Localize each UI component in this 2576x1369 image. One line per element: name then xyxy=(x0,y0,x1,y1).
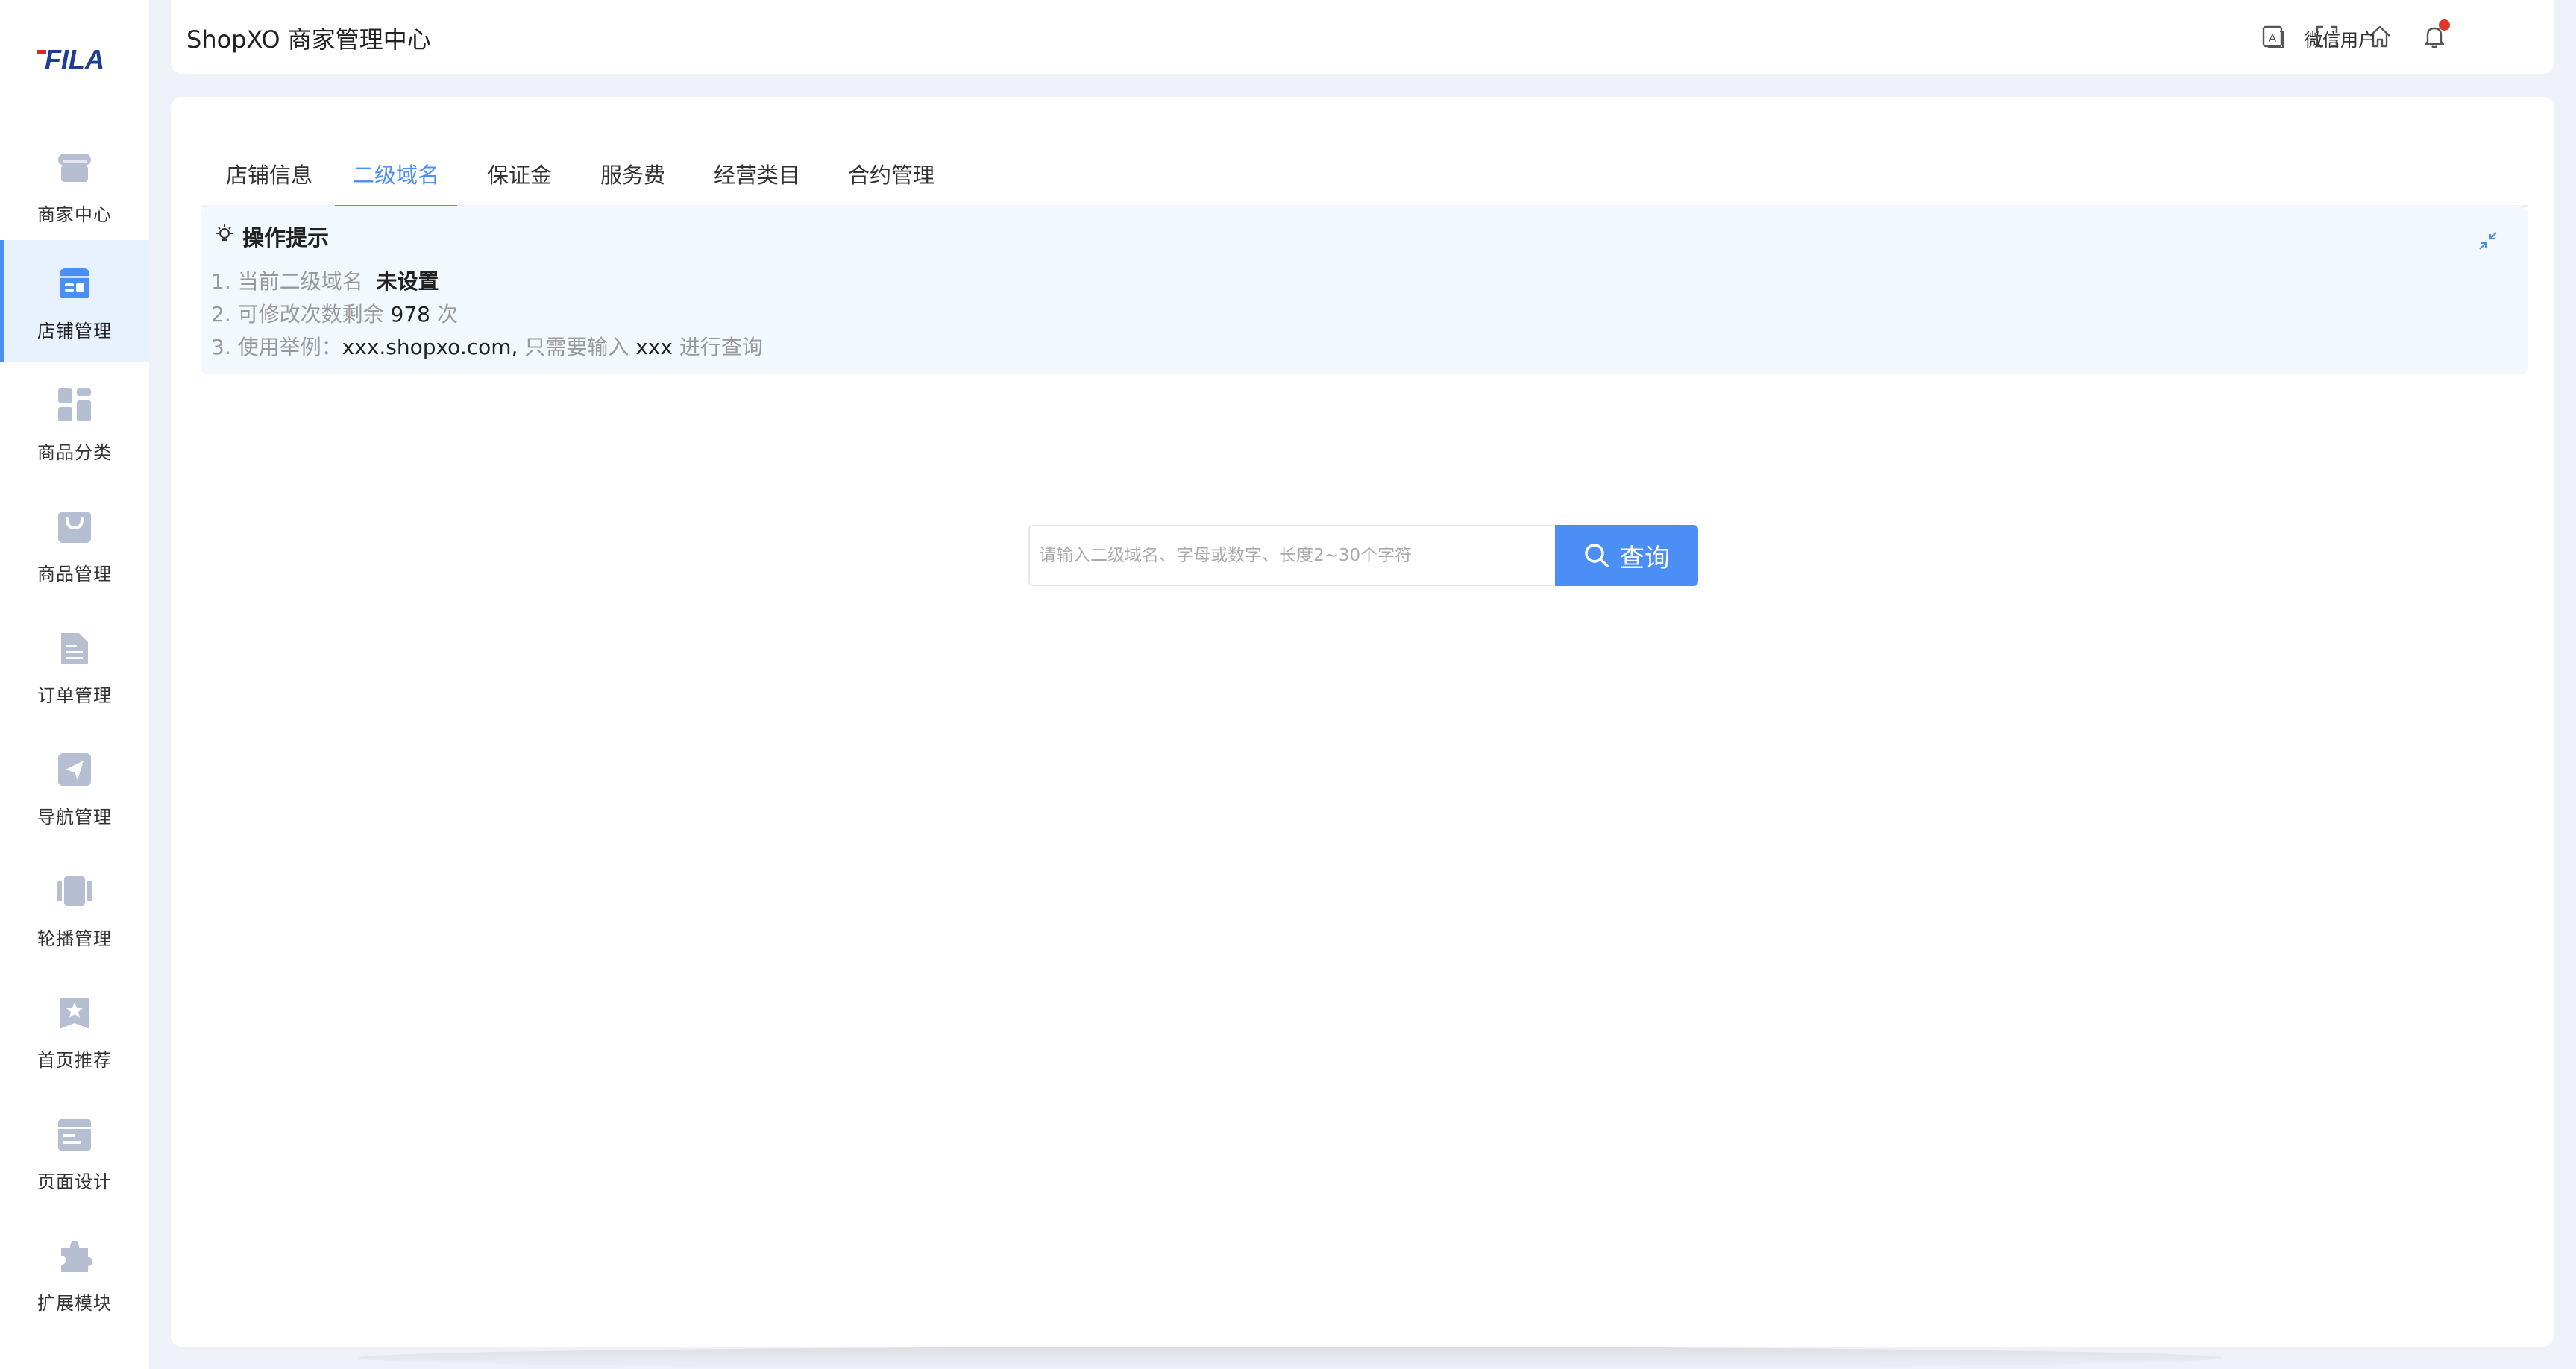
puzzle-icon xyxy=(61,1241,92,1272)
sidebar-item-product-management[interactable]: 商品管理 xyxy=(0,483,149,605)
subdomain-search: 查询 xyxy=(1028,525,1698,586)
query-button[interactable]: 查询 xyxy=(1555,525,1698,586)
sidebar-item-label: 订单管理 xyxy=(37,685,112,706)
svg-text:FILA: FILA xyxy=(45,46,104,73)
sidebar-item-label: 首页推荐 xyxy=(37,1050,112,1071)
grid-icon xyxy=(58,388,91,421)
remaining-count: 978 xyxy=(390,302,430,327)
tab-subdomain[interactable]: 二级域名 xyxy=(334,158,458,208)
translate-icon[interactable]: A xyxy=(2261,24,2286,49)
example-input: xxx xyxy=(635,335,673,359)
sidebar-item-label: 扩展模块 xyxy=(37,1293,112,1314)
tip-text: 只需要输入 xyxy=(524,335,629,359)
sidebar-item-product-category[interactable]: 商品分类 xyxy=(0,362,149,483)
sidebar-item-navigation-management[interactable]: 导航管理 xyxy=(0,726,149,848)
document-icon xyxy=(61,633,88,664)
bell-icon[interactable] xyxy=(2422,19,2450,49)
sidebar-item-page-design[interactable]: 页面设计 xyxy=(0,1091,149,1212)
lightbulb-icon xyxy=(216,224,233,241)
notification-dot xyxy=(2439,19,2450,31)
layout-icon xyxy=(58,1119,91,1151)
sidebar-item-order-management[interactable]: 订单管理 xyxy=(0,605,149,726)
sidebar-item-merchant-center[interactable]: 商家中心 xyxy=(0,124,149,245)
search-icon xyxy=(1585,544,1609,567)
send-icon xyxy=(58,753,91,786)
star-bookmark-icon xyxy=(60,998,89,1029)
tab-contract-management[interactable]: 合约管理 xyxy=(848,158,934,207)
tip-text: 1. 当前二级域名 xyxy=(211,269,363,294)
svg-text:A: A xyxy=(2269,32,2276,45)
sidebar-item-extension-module[interactable]: 扩展模块 xyxy=(0,1212,149,1334)
sidebar-item-home-recommend[interactable]: 首页推荐 xyxy=(0,969,149,1091)
tip-line-3: 3. 使用举例：xxx.shopxo.com, 只需要输入 xxx 进行查询 xyxy=(211,331,763,361)
tip-text: 3. 使用举例： xyxy=(211,335,342,359)
sidebar-item-label: 商家中心 xyxy=(37,204,112,225)
bottom-shadow xyxy=(358,1347,2222,1369)
sidebar-item-carousel-management[interactable]: 轮播管理 xyxy=(0,848,149,969)
tab-service-fee[interactable]: 服务费 xyxy=(600,158,665,207)
sidebar-item-label: 页面设计 xyxy=(37,1171,112,1192)
carousel-icon xyxy=(57,876,92,906)
tab-business-category[interactable]: 经营类目 xyxy=(714,158,800,207)
user-name[interactable]: 微信用户 xyxy=(2305,25,2376,51)
sidebar-item-store-management[interactable]: 店铺管理 xyxy=(0,240,149,362)
brand-logo[interactable]: FILA xyxy=(33,45,116,75)
sidebar-item-label: 商品分类 xyxy=(37,442,112,463)
sidebar-item-label: 店铺管理 xyxy=(37,321,112,342)
tab-deposit[interactable]: 保证金 xyxy=(487,158,552,207)
collapse-icon[interactable] xyxy=(2475,228,2501,254)
tip-line-2: 2. 可修改次数剩余 978 次 xyxy=(211,298,458,328)
tab-bar: 店铺信息 二级域名 保证金 服务费 经营类目 合约管理 xyxy=(201,127,2528,208)
operation-tips: 操作提示 1. 当前二级域名 未设置 2. 可修改次数剩余 978 次 3. 使… xyxy=(201,206,2528,374)
sidebar-item-label: 商品管理 xyxy=(37,564,112,585)
subdomain-input[interactable] xyxy=(1028,525,1555,586)
shopping-bag-icon xyxy=(58,512,91,543)
sidebar-item-label: 轮播管理 xyxy=(37,928,112,949)
main-panel: 店铺信息 二级域名 保证金 服务费 经营类目 合约管理 操作提示 1. 当前二级… xyxy=(171,97,2554,1347)
store-icon xyxy=(58,154,91,182)
top-header: ShopXO 商家管理中心 A 微信用户 xyxy=(171,0,2554,74)
tip-text: 次 xyxy=(436,302,458,327)
sidebar-item-label: 导航管理 xyxy=(37,807,112,828)
shop-card-icon xyxy=(60,268,89,298)
tip-line-1: 1. 当前二级域名 未设置 xyxy=(211,265,439,295)
query-button-label: 查询 xyxy=(1619,543,1670,573)
sidebar: FILA 商家中心 店铺管理 商品分类 商品管理 订单管理 导航管理 轮播管理 … xyxy=(0,0,149,1369)
tab-store-info[interactable]: 店铺信息 xyxy=(226,158,312,207)
tip-text: 进行查询 xyxy=(679,335,763,359)
tip-text: 2. 可修改次数剩余 xyxy=(211,302,384,327)
example-domain: xxx.shopxo.com, xyxy=(342,335,518,359)
app-title: ShopXO 商家管理中心 xyxy=(186,25,431,54)
current-subdomain-value: 未设置 xyxy=(376,269,439,294)
tips-title: 操作提示 xyxy=(242,225,330,251)
